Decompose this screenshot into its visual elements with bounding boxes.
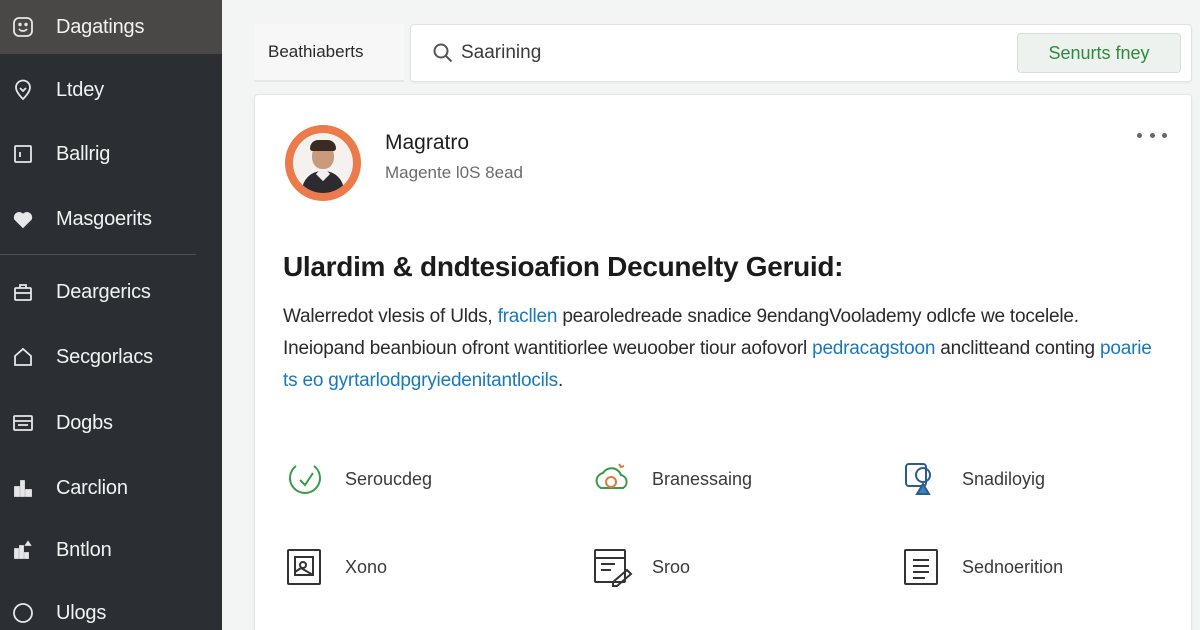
sidebar-item-label: Dagatings: [56, 15, 145, 38]
feature-label: Branessaing: [652, 468, 753, 489]
tab-beathiaberts[interactable]: Beathiaberts: [254, 24, 404, 82]
sidebar-item-dagatings[interactable]: Dagatings: [0, 0, 222, 54]
profile-name: Magratro: [385, 131, 470, 154]
body-link[interactable]: pedracagstoon: [812, 338, 935, 359]
article-title: Ulardim & dndtesioafion Decunelty Geruid…: [283, 251, 844, 282]
feature-label: Seroucdeg: [345, 468, 433, 489]
sidebar-item-label: Deargerics: [56, 280, 151, 303]
document-icon: [900, 545, 944, 589]
article-body: Walerredot vlesis of Ulds, fracllen pear…: [283, 301, 1163, 397]
chart-icon: [10, 475, 36, 501]
sidebar-item-label: Ulogs: [56, 601, 107, 624]
avatar[interactable]: [285, 125, 361, 201]
face-icon: [10, 14, 36, 40]
circle-icon: [10, 600, 36, 626]
sidebar-item-ltdey[interactable]: Ltdey: [0, 63, 222, 117]
body-text: .: [558, 370, 564, 391]
search-action-button[interactable]: Senurts fney: [1017, 33, 1181, 73]
sidebar-item-bntlon[interactable]: Bntlon: [0, 523, 222, 577]
sidebar-item-deargerics[interactable]: Deargerics: [0, 265, 222, 319]
feature-sednoerition[interactable]: Sednoerition: [900, 545, 1063, 589]
document-edit-icon: [590, 545, 634, 589]
search-icon[interactable]: [431, 41, 455, 65]
search-bar: Senurts fney: [410, 24, 1192, 82]
calendar-icon: [10, 141, 36, 167]
feature-label: Xono: [345, 556, 388, 577]
user-shield-icon: [900, 457, 944, 501]
heart-icon: [10, 206, 36, 232]
feature-sroo[interactable]: Sroo: [590, 545, 690, 589]
avatar-photo: [293, 133, 353, 193]
sidebar-item-carclion[interactable]: Carclion: [0, 461, 222, 515]
feature-branessaing[interactable]: Branessaing: [590, 457, 752, 501]
tab-label: Beathiaberts: [268, 42, 364, 61]
feature-label: Sroo: [652, 556, 691, 577]
home-icon: [10, 344, 36, 370]
sidebar-item-label: Bntlon: [56, 538, 112, 561]
sidebar-item-label: Ltdey: [56, 78, 104, 101]
more-options-icon[interactable]: [1137, 129, 1167, 141]
check-icon: [283, 457, 327, 501]
body-text: Walerredot vlesis of Ulds,: [283, 306, 498, 327]
sidebar-divider: [0, 254, 196, 255]
feature-label: Sednoerition: [962, 556, 1064, 577]
briefcase-icon: [10, 279, 36, 305]
location-pin-icon: [10, 77, 36, 103]
sidebar-item-label: Secgorlacs: [56, 345, 153, 368]
sidebar-item-ulogs[interactable]: Ulogs: [0, 586, 222, 630]
list-icon: [10, 410, 36, 436]
body-link[interactable]: fracllen: [498, 306, 558, 327]
sidebar-item-ballrig[interactable]: Ballrig: [0, 127, 222, 181]
search-action-label: Senurts fney: [1048, 42, 1150, 63]
body-text: anclitteand conting: [935, 338, 1100, 359]
chart-up-icon: [10, 537, 36, 563]
feature-seroucdeg[interactable]: Seroucdeg: [283, 457, 432, 501]
content-card: Magratro Magente l0S 8ead Ulardim & dndt…: [254, 94, 1192, 630]
search-input[interactable]: [461, 37, 911, 69]
sidebar-item-label: Masgoerits: [56, 207, 152, 230]
profile-subtitle: Magente l0S 8ead: [385, 163, 523, 182]
sidebar-item-secgorlacs[interactable]: Secgorlacs: [0, 330, 222, 384]
sidebar: Dagatings Ltdey Ballrig Masgoerits Dearg…: [0, 0, 222, 630]
image-frame-icon: [283, 545, 327, 589]
cloud-sync-icon: [590, 457, 634, 501]
feature-snadiloyig[interactable]: Snadiloyig: [900, 457, 1045, 501]
feature-xono[interactable]: Xono: [283, 545, 387, 589]
sidebar-item-label: Carclion: [56, 476, 128, 499]
sidebar-item-dogbs[interactable]: Dogbs: [0, 396, 222, 450]
sidebar-item-label: Dogbs: [56, 411, 113, 434]
feature-label: Snadiloyig: [962, 468, 1046, 489]
sidebar-item-label: Ballrig: [56, 142, 111, 165]
sidebar-item-masgoerits[interactable]: Masgoerits: [0, 192, 222, 246]
